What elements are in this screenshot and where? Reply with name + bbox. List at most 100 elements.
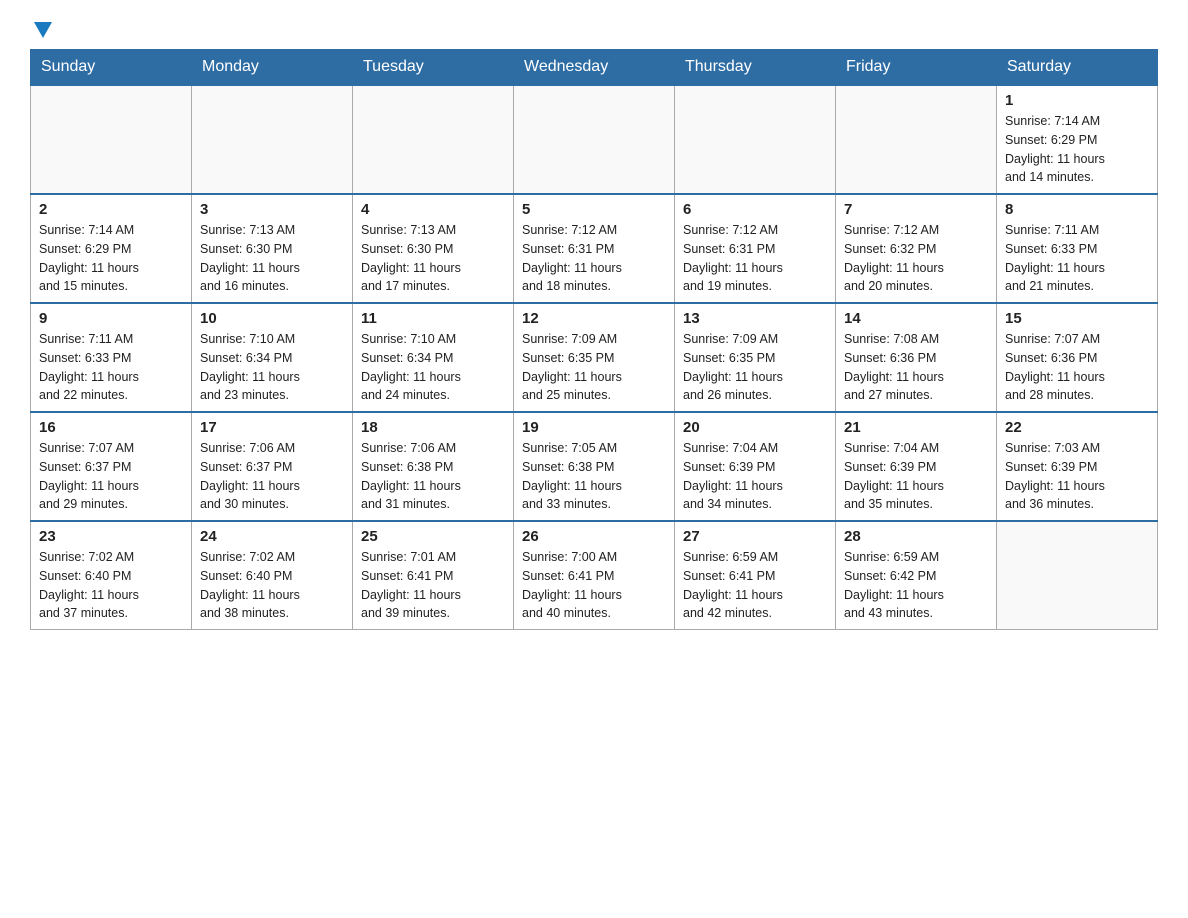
calendar-cell: 28 Sunrise: 6:59 AM Sunset: 6:42 PM Dayli… xyxy=(836,521,997,630)
calendar-cell: 13 Sunrise: 7:09 AM Sunset: 6:35 PM Dayli… xyxy=(675,303,836,412)
day-header-monday: Monday xyxy=(192,50,353,86)
day-header-wednesday: Wednesday xyxy=(514,50,675,86)
calendar-cell: 18 Sunrise: 7:06 AM Sunset: 6:38 PM Dayli… xyxy=(353,412,514,521)
day-header-tuesday: Tuesday xyxy=(353,50,514,86)
day-number: 20 xyxy=(683,419,827,436)
day-number: 22 xyxy=(1005,419,1149,436)
day-info: Sunrise: 7:13 AM Sunset: 6:30 PM Dayligh… xyxy=(361,221,505,296)
day-info: Sunrise: 7:03 AM Sunset: 6:39 PM Dayligh… xyxy=(1005,439,1149,514)
day-number: 14 xyxy=(844,310,988,327)
day-number: 21 xyxy=(844,419,988,436)
day-info: Sunrise: 7:01 AM Sunset: 6:41 PM Dayligh… xyxy=(361,548,505,623)
calendar-cell: 21 Sunrise: 7:04 AM Sunset: 6:39 PM Dayli… xyxy=(836,412,997,521)
calendar-week-3: 9 Sunrise: 7:11 AM Sunset: 6:33 PM Daylig… xyxy=(31,303,1158,412)
calendar-cell xyxy=(353,85,514,194)
day-number: 13 xyxy=(683,310,827,327)
day-number: 1 xyxy=(1005,92,1149,109)
day-number: 18 xyxy=(361,419,505,436)
day-info: Sunrise: 6:59 AM Sunset: 6:42 PM Dayligh… xyxy=(844,548,988,623)
day-number: 6 xyxy=(683,201,827,218)
day-info: Sunrise: 7:12 AM Sunset: 6:31 PM Dayligh… xyxy=(683,221,827,296)
day-header-saturday: Saturday xyxy=(997,50,1158,86)
calendar-cell xyxy=(836,85,997,194)
calendar-cell: 6 Sunrise: 7:12 AM Sunset: 6:31 PM Daylig… xyxy=(675,194,836,303)
calendar-table: SundayMondayTuesdayWednesdayThursdayFrid… xyxy=(30,49,1158,630)
day-number: 4 xyxy=(361,201,505,218)
day-info: Sunrise: 6:59 AM Sunset: 6:41 PM Dayligh… xyxy=(683,548,827,623)
day-header-friday: Friday xyxy=(836,50,997,86)
day-header-thursday: Thursday xyxy=(675,50,836,86)
day-info: Sunrise: 7:14 AM Sunset: 6:29 PM Dayligh… xyxy=(1005,112,1149,187)
day-info: Sunrise: 7:00 AM Sunset: 6:41 PM Dayligh… xyxy=(522,548,666,623)
calendar-cell: 3 Sunrise: 7:13 AM Sunset: 6:30 PM Daylig… xyxy=(192,194,353,303)
day-info: Sunrise: 7:14 AM Sunset: 6:29 PM Dayligh… xyxy=(39,221,183,296)
calendar-cell: 19Sunrise: 7:05 AM Sunset: 6:38 PM Dayli… xyxy=(514,412,675,521)
calendar-cell: 25 Sunrise: 7:01 AM Sunset: 6:41 PM Dayli… xyxy=(353,521,514,630)
day-info: Sunrise: 7:09 AM Sunset: 6:35 PM Dayligh… xyxy=(522,330,666,405)
day-number: 16 xyxy=(39,419,183,436)
day-number: 26 xyxy=(522,528,666,545)
day-info: Sunrise: 7:09 AM Sunset: 6:35 PM Dayligh… xyxy=(683,330,827,405)
day-info: Sunrise: 7:06 AM Sunset: 6:37 PM Dayligh… xyxy=(200,439,344,514)
day-info: Sunrise: 7:13 AM Sunset: 6:30 PM Dayligh… xyxy=(200,221,344,296)
calendar-cell xyxy=(514,85,675,194)
day-number: 3 xyxy=(200,201,344,218)
day-number: 10 xyxy=(200,310,344,327)
calendar-week-1: 1 Sunrise: 7:14 AM Sunset: 6:29 PM Daylig… xyxy=(31,85,1158,194)
calendar-week-2: 2 Sunrise: 7:14 AM Sunset: 6:29 PM Daylig… xyxy=(31,194,1158,303)
calendar-week-5: 23 Sunrise: 7:02 AM Sunset: 6:40 PM Dayli… xyxy=(31,521,1158,630)
day-info: Sunrise: 7:11 AM Sunset: 6:33 PM Dayligh… xyxy=(1005,221,1149,296)
day-number: 27 xyxy=(683,528,827,545)
calendar-cell: 24 Sunrise: 7:02 AM Sunset: 6:40 PM Dayli… xyxy=(192,521,353,630)
day-number: 25 xyxy=(361,528,505,545)
calendar-cell: 4 Sunrise: 7:13 AM Sunset: 6:30 PM Daylig… xyxy=(353,194,514,303)
calendar-cell: 2 Sunrise: 7:14 AM Sunset: 6:29 PM Daylig… xyxy=(31,194,192,303)
day-info: Sunrise: 7:12 AM Sunset: 6:32 PM Dayligh… xyxy=(844,221,988,296)
day-number: 12 xyxy=(522,310,666,327)
logo-arrow-icon xyxy=(34,22,52,45)
day-number: 28 xyxy=(844,528,988,545)
day-info: Sunrise: 7:10 AM Sunset: 6:34 PM Dayligh… xyxy=(200,330,344,405)
calendar-cell: 5Sunrise: 7:12 AM Sunset: 6:31 PM Daylig… xyxy=(514,194,675,303)
calendar-cell xyxy=(192,85,353,194)
calendar-cell: 14 Sunrise: 7:08 AM Sunset: 6:36 PM Dayli… xyxy=(836,303,997,412)
day-info: Sunrise: 7:12 AM Sunset: 6:31 PM Dayligh… xyxy=(522,221,666,296)
day-number: 8 xyxy=(1005,201,1149,218)
day-info: Sunrise: 7:10 AM Sunset: 6:34 PM Dayligh… xyxy=(361,330,505,405)
calendar-cell: 8 Sunrise: 7:11 AM Sunset: 6:33 PM Daylig… xyxy=(997,194,1158,303)
day-info: Sunrise: 7:02 AM Sunset: 6:40 PM Dayligh… xyxy=(200,548,344,623)
calendar-cell: 12 Sunrise: 7:09 AM Sunset: 6:35 PM Dayli… xyxy=(514,303,675,412)
calendar-cell: 20Sunrise: 7:04 AM Sunset: 6:39 PM Dayli… xyxy=(675,412,836,521)
day-number: 23 xyxy=(39,528,183,545)
calendar-cell: 22 Sunrise: 7:03 AM Sunset: 6:39 PM Dayli… xyxy=(997,412,1158,521)
calendar-cell: 17 Sunrise: 7:06 AM Sunset: 6:37 PM Dayli… xyxy=(192,412,353,521)
calendar-cell xyxy=(675,85,836,194)
calendar-cell: 11 Sunrise: 7:10 AM Sunset: 6:34 PM Dayli… xyxy=(353,303,514,412)
day-number: 19 xyxy=(522,419,666,436)
calendar-cell: 27 Sunrise: 6:59 AM Sunset: 6:41 PM Dayli… xyxy=(675,521,836,630)
day-number: 17 xyxy=(200,419,344,436)
calendar-cell: 16 Sunrise: 7:07 AM Sunset: 6:37 PM Dayli… xyxy=(31,412,192,521)
day-number: 7 xyxy=(844,201,988,218)
day-number: 24 xyxy=(200,528,344,545)
day-info: Sunrise: 7:06 AM Sunset: 6:38 PM Dayligh… xyxy=(361,439,505,514)
day-info: Sunrise: 7:08 AM Sunset: 6:36 PM Dayligh… xyxy=(844,330,988,405)
day-info: Sunrise: 7:04 AM Sunset: 6:39 PM Dayligh… xyxy=(844,439,988,514)
calendar-cell: 26 Sunrise: 7:00 AM Sunset: 6:41 PM Dayli… xyxy=(514,521,675,630)
calendar-cell: 1 Sunrise: 7:14 AM Sunset: 6:29 PM Daylig… xyxy=(997,85,1158,194)
day-info: Sunrise: 7:07 AM Sunset: 6:37 PM Dayligh… xyxy=(39,439,183,514)
calendar-header-row: SundayMondayTuesdayWednesdayThursdayFrid… xyxy=(31,50,1158,86)
calendar-cell: 23Sunrise: 7:02 AM Sunset: 6:40 PM Dayli… xyxy=(31,521,192,630)
day-info: Sunrise: 7:11 AM Sunset: 6:33 PM Dayligh… xyxy=(39,330,183,405)
calendar-week-4: 16 Sunrise: 7:07 AM Sunset: 6:37 PM Dayli… xyxy=(31,412,1158,521)
calendar-cell: 9 Sunrise: 7:11 AM Sunset: 6:33 PM Daylig… xyxy=(31,303,192,412)
day-number: 11 xyxy=(361,310,505,327)
logo xyxy=(30,20,52,39)
day-info: Sunrise: 7:07 AM Sunset: 6:36 PM Dayligh… xyxy=(1005,330,1149,405)
calendar-cell xyxy=(997,521,1158,630)
calendar-cell: 15Sunrise: 7:07 AM Sunset: 6:36 PM Dayli… xyxy=(997,303,1158,412)
day-number: 9 xyxy=(39,310,183,327)
calendar-cell: 10 Sunrise: 7:10 AM Sunset: 6:34 PM Dayli… xyxy=(192,303,353,412)
day-number: 2 xyxy=(39,201,183,218)
calendar-cell xyxy=(31,85,192,194)
